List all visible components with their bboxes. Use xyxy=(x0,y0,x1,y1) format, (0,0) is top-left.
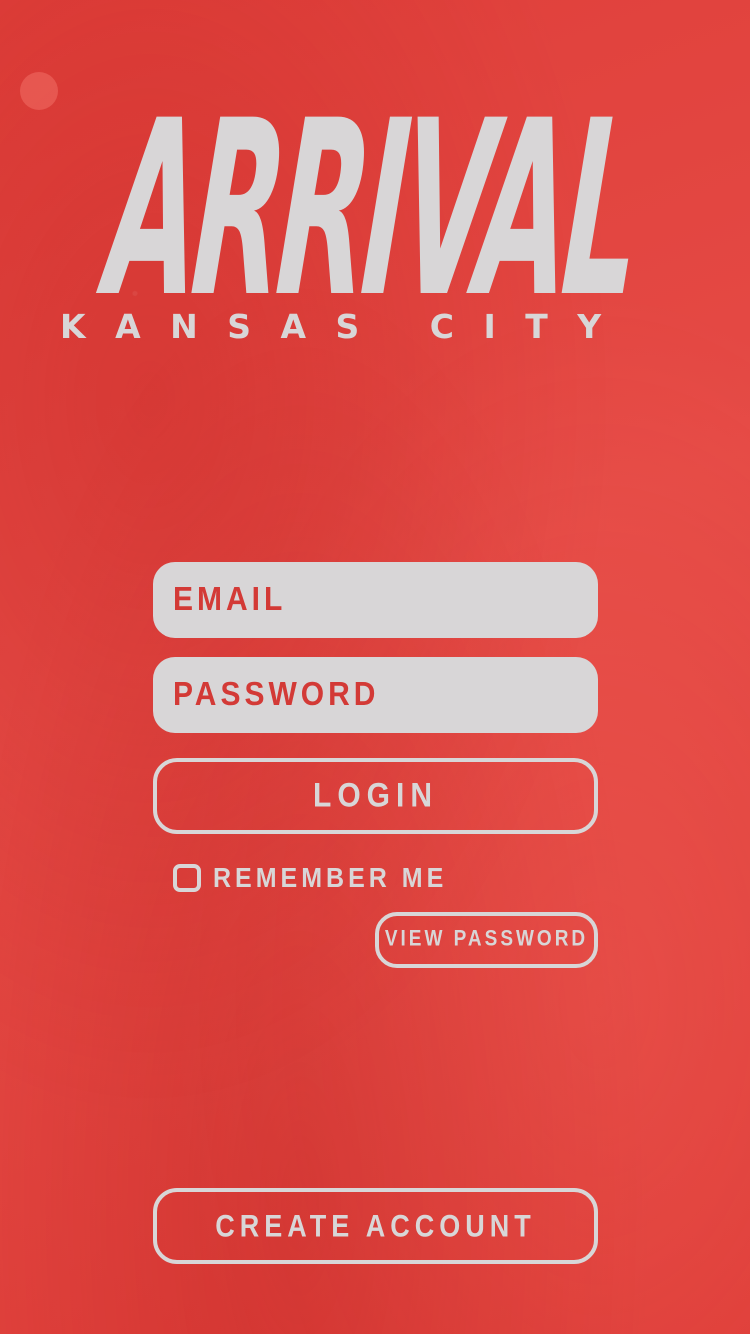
password-placeholder: PASSWORD xyxy=(173,675,380,713)
login-button-label: LOGIN xyxy=(313,776,438,815)
email-field[interactable]: EMAIL xyxy=(153,562,598,638)
logo-title: ARRIVAL xyxy=(99,67,644,351)
remember-me-label: REMEMBER ME xyxy=(213,861,448,894)
login-button[interactable]: LOGIN xyxy=(153,758,598,834)
view-password-label: VIEW PASSWORD xyxy=(384,927,589,952)
password-field[interactable]: PASSWORD xyxy=(153,657,598,733)
background-speck xyxy=(20,72,58,110)
remember-me-checkbox[interactable] xyxy=(173,864,201,892)
view-password-button[interactable]: VIEW PASSWORD xyxy=(375,912,598,968)
remember-me-toggle[interactable]: REMEMBER ME xyxy=(173,858,447,898)
logo-subtitle: KANSAS CITY xyxy=(60,307,631,346)
create-account-label: CREATE ACCOUNT xyxy=(215,1208,536,1243)
create-account-button[interactable]: CREATE ACCOUNT xyxy=(153,1188,598,1264)
email-placeholder: EMAIL xyxy=(173,580,287,618)
